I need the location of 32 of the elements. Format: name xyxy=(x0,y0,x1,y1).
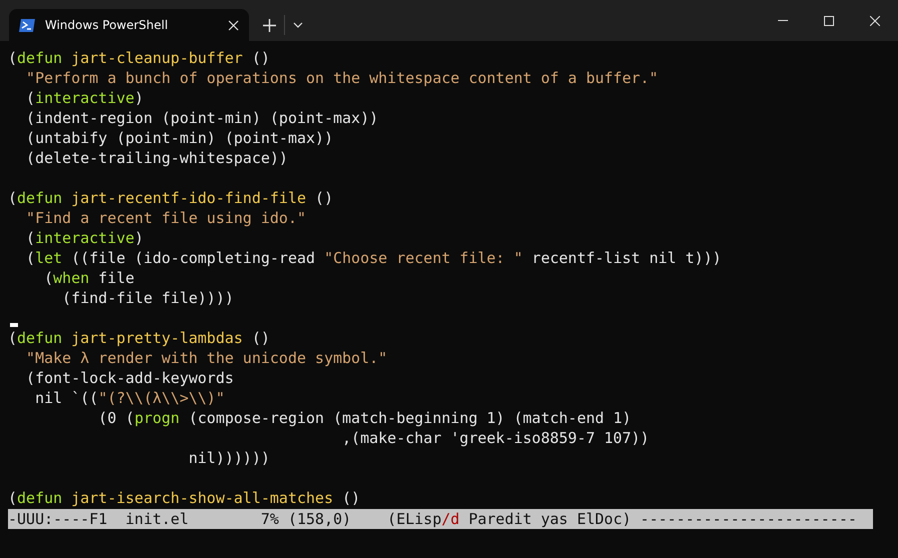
terminal-tab[interactable]: Windows PowerShell xyxy=(9,9,249,41)
close-icon xyxy=(228,20,239,30)
code-line: (find-file file)))) xyxy=(61,288,235,308)
code-line: ,(make-char 'greek-iso8859-7 107)) xyxy=(341,428,650,448)
code-line: (0 (progn (compose-region (match-beginning 1) (match-end 1) xyxy=(97,408,632,428)
close-icon xyxy=(870,16,880,26)
code-line: (interactive) xyxy=(25,88,144,108)
chevron-down-icon xyxy=(293,22,303,28)
plus-icon xyxy=(263,18,276,32)
new-tab-button[interactable] xyxy=(263,18,276,32)
code-line: (indent-region (point-min) (point-max)) xyxy=(25,108,380,128)
code-line: (untabify (point-min) (point-max)) xyxy=(25,128,334,148)
code-line: (when file xyxy=(43,268,136,288)
minimize-icon xyxy=(778,20,788,21)
code-line: (defun jart-cleanup-buffer () xyxy=(8,48,271,68)
code-line: "Make λ render with the unicode symbol." xyxy=(25,348,388,368)
code-line: (delete-trailing-whitespace)) xyxy=(25,148,289,168)
code-line: (defun jart-pretty-lambdas () xyxy=(8,328,271,348)
code-line: "Find a recent file using ido." xyxy=(25,208,308,228)
maximize-icon xyxy=(824,16,834,26)
dropdown-button[interactable] xyxy=(293,22,303,28)
code-line: (let ((file (ido-completing-read "Choose recent file: " recentf-list nil t))) xyxy=(25,248,722,268)
code-line: (defun jart-recentf-ido-find-file () xyxy=(8,188,334,208)
code-line: "Perform a bunch of operations on the whitespace content of a buffer." xyxy=(25,68,660,88)
code-line: (font-lock-add-keywords xyxy=(25,368,235,388)
tab-title: Windows PowerShell xyxy=(45,18,169,32)
code-line: nil `(("(?\\(λ\\>\\)" xyxy=(34,388,226,408)
code-line: (defun jart-isearch-show-all-matches () xyxy=(8,488,362,508)
code-line: nil)))))) xyxy=(188,448,271,468)
powershell-icon xyxy=(19,18,35,32)
close-tab-button[interactable] xyxy=(228,20,239,30)
code-line: (interactive) xyxy=(25,228,144,248)
